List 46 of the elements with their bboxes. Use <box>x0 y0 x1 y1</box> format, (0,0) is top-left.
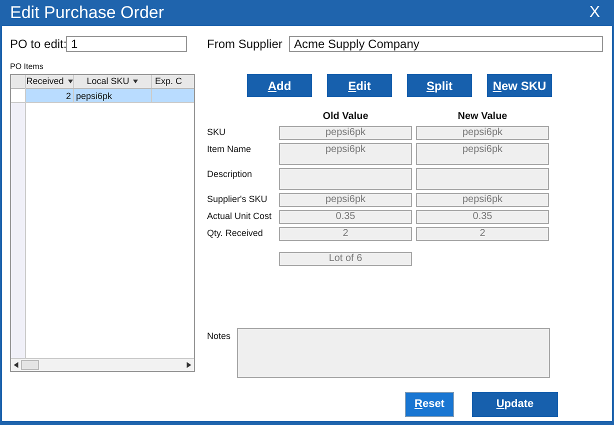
field-label: SKU <box>207 126 227 139</box>
close-button[interactable]: X <box>585 1 604 25</box>
read-only-field: pepsi6pk <box>416 126 549 140</box>
column-heading: Old Value <box>322 110 370 124</box>
column-header[interactable]: Exp. C <box>152 75 194 88</box>
read-only-field: 2 <box>416 227 549 241</box>
read-only-field: 0.35 <box>416 210 549 224</box>
scroll-right-icon[interactable] <box>186 362 192 368</box>
po-field[interactable]: 1 <box>66 36 187 52</box>
scroll-left-icon[interactable] <box>13 362 19 368</box>
table-cell: pepsi6pk <box>74 89 152 102</box>
field-label: Description <box>207 168 254 181</box>
column-header[interactable]: Received <box>26 75 74 88</box>
table-row[interactable]: 2 pepsi6pk <box>26 89 194 103</box>
read-only-field: pepsi6pk <box>279 193 412 207</box>
read-only-field: 0.35 <box>279 210 412 224</box>
dropdown-icon[interactable] <box>68 79 73 84</box>
action-button[interactable]: Split <box>407 74 472 97</box>
supplier-field[interactable]: Acme Supply Company <box>289 36 603 52</box>
horizontal-scrollbar[interactable] <box>11 358 194 371</box>
notes-label: Notes <box>207 330 231 342</box>
action-button[interactable]: Add <box>247 74 312 97</box>
footer-button[interactable]: Update <box>472 392 558 417</box>
dropdown-icon[interactable] <box>133 79 138 84</box>
read-only-field: pepsi6pk <box>279 143 412 165</box>
notes-field[interactable] <box>237 328 550 378</box>
field-label: Qty. Received <box>207 227 264 240</box>
supplier-label: From Supplier <box>207 36 284 53</box>
field-label: Item Name <box>207 143 252 156</box>
read-only-field: pepsi6pk <box>416 193 549 207</box>
read-only-field: 2 <box>279 227 412 241</box>
section-label: PO Items <box>10 62 44 72</box>
window-title: Edit Purchase Order <box>10 2 164 24</box>
table-cell: 2 <box>26 89 74 102</box>
column-header[interactable]: Local SKU <box>74 75 152 88</box>
action-button[interactable]: New SKU <box>487 74 552 97</box>
field-label: Supplier's SKU <box>207 193 268 206</box>
footer-button[interactable]: Reset <box>405 392 454 417</box>
read-only-field: Lot of 6 <box>279 252 412 266</box>
field-label: Actual Unit Cost <box>207 210 273 223</box>
read-only-field: pepsi6pk <box>279 126 412 140</box>
column-heading: New Value <box>456 110 508 124</box>
po-label: PO to edit: <box>10 36 66 53</box>
scroll-thumb[interactable] <box>21 360 39 370</box>
action-button[interactable]: Edit <box>327 74 392 97</box>
read-only-field: pepsi6pk <box>416 143 549 165</box>
